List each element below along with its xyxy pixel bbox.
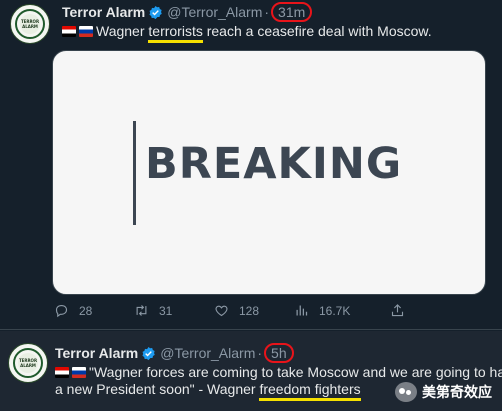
share-button[interactable] (390, 303, 415, 318)
yemen-flag-icon (62, 26, 76, 37)
heart-icon (215, 305, 228, 317)
watermark-text: 美第奇效应 (422, 384, 492, 400)
tweet-text-prefix: Wagner (96, 23, 149, 39)
watermark: 美第奇效应 (395, 382, 492, 402)
yemen-flag-icon (55, 367, 69, 378)
author-name[interactable]: Terror Alarm (62, 4, 145, 20)
retweet-icon (136, 305, 147, 316)
views-button[interactable]: 16.7K (294, 303, 350, 318)
avatar-label: TERROR ALARM (20, 14, 40, 34)
views-count: 16.7K (319, 303, 351, 318)
tweet-text-line-1: "Wagner forces are coming to take Moscow… (55, 364, 502, 381)
verified-badge-icon (142, 346, 155, 360)
russia-flag-icon (79, 26, 93, 37)
breaking-text: BREAKING (145, 139, 403, 189)
reply-icon (55, 304, 68, 318)
breaking-bar (133, 121, 136, 225)
tweet-text: Wagner terrorists reach a ceasefire deal… (62, 23, 432, 43)
tweet-1[interactable]: TERROR ALARM Terror Alarm @Terror_Alarm … (0, 0, 502, 330)
separator-dot: · (264, 4, 270, 20)
tweet-text-line-2-prefix: a new President soon" - Wagner (55, 381, 260, 397)
like-count: 128 (239, 303, 260, 318)
retweet-count: 31 (159, 303, 173, 318)
tweet-timestamp[interactable]: 31m (271, 2, 313, 22)
share-icon (391, 304, 404, 317)
avatar[interactable]: TERROR ALARM (10, 4, 50, 44)
wechat-icon (395, 382, 417, 402)
highlighted-word: terrorists (148, 23, 203, 43)
avatar-label: TERROR ALARM (18, 353, 38, 373)
verified-badge-icon (149, 5, 162, 19)
author-handle[interactable]: @Terror_Alarm (160, 345, 255, 361)
tweet-actions: 28 31 128 16.7K (52, 303, 484, 325)
avatar[interactable]: TERROR ALARM (8, 343, 48, 383)
views-chart-icon (296, 305, 308, 316)
author-name[interactable]: Terror Alarm (55, 345, 138, 361)
author-handle[interactable]: @Terror_Alarm (167, 4, 262, 20)
retweet-button[interactable]: 31 (134, 303, 172, 318)
reply-count: 28 (79, 303, 93, 318)
like-button[interactable]: 128 (214, 303, 259, 318)
tweet-text-suffix: reach a ceasefire deal with Moscow. (202, 23, 432, 39)
tweet-timestamp[interactable]: 5h (264, 343, 294, 363)
tweet-media-image[interactable]: BREAKING (52, 50, 486, 295)
tweet-header: Terror Alarm @Terror_Alarm · 5h (55, 343, 294, 363)
tweet-text-line-1-content: "Wagner forces are coming to take Moscow… (89, 364, 502, 380)
highlighted-phrase: freedom fighters (259, 381, 361, 401)
russia-flag-icon (72, 367, 86, 378)
separator-dot: · (257, 345, 263, 361)
reply-button[interactable]: 28 (54, 303, 92, 318)
tweet-header: Terror Alarm @Terror_Alarm · 31m (62, 2, 313, 22)
